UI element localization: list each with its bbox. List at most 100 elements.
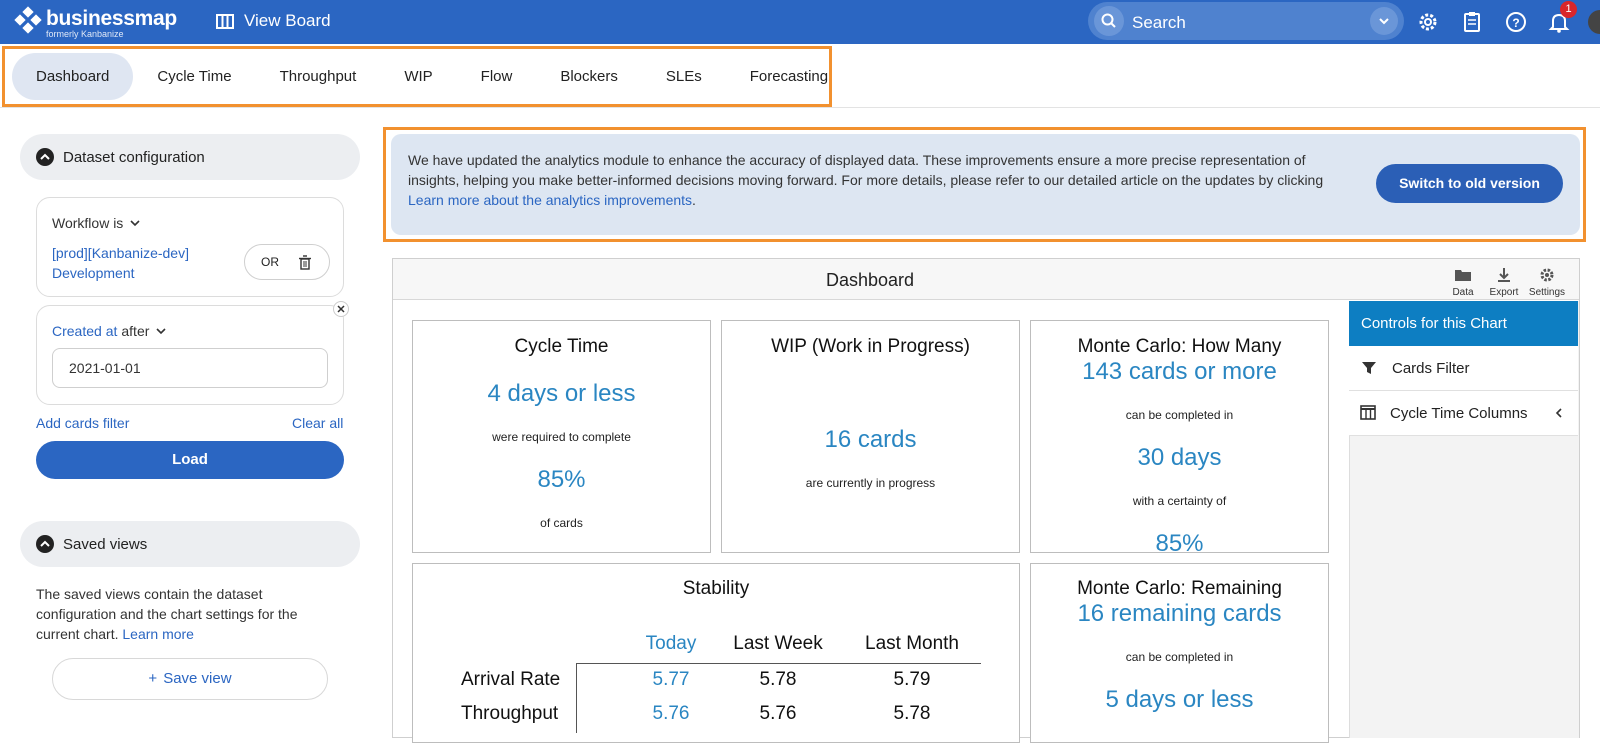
workflow-filter-label[interactable]: Workflow is — [52, 215, 142, 231]
chevron-left-icon — [1555, 408, 1562, 418]
close-icon[interactable] — [333, 301, 349, 317]
tab-throughput[interactable]: Throughput — [256, 53, 381, 100]
wip-value: 16 cards — [824, 426, 917, 453]
cycle-time-caption: were required to complete — [492, 430, 631, 444]
mc-remaining-caption: can be completed in — [1125, 650, 1234, 664]
gear-icon — [1540, 268, 1554, 282]
workflow-value[interactable]: [prod][Kanbanize-dev] Development — [52, 243, 222, 283]
avatar[interactable] — [1588, 10, 1600, 34]
tab-sles[interactable]: SLEs — [642, 53, 726, 100]
logo-subtitle: formerly Kanbanize — [46, 29, 124, 39]
cycle-time-title: Cycle Time — [514, 336, 609, 357]
dataset-configuration-title: Dataset configuration — [63, 148, 205, 166]
help-icon[interactable]: ? — [1503, 9, 1529, 35]
stability-header-line — [576, 663, 981, 664]
dataset-configuration-header[interactable]: Dataset configuration — [20, 134, 360, 180]
clipboard-icon[interactable] — [1459, 9, 1485, 35]
save-view-button[interactable]: + Save view — [52, 658, 328, 700]
saved-views-header[interactable]: Saved views — [20, 521, 360, 567]
switch-to-old-version-button[interactable]: Switch to old version — [1376, 164, 1563, 203]
cycle-time-percent: 85% — [537, 466, 586, 493]
monte-carlo-remaining-tile: Monte Carlo: Remaining 16 remaining card… — [1030, 563, 1329, 743]
tabs-divider — [0, 107, 1600, 108]
tab-forecasting[interactable]: Forecasting — [726, 53, 852, 100]
chevron-down-icon — [130, 220, 140, 227]
learn-more-link[interactable]: Learn more — [122, 626, 194, 642]
view-board-button[interactable]: View Board — [216, 11, 331, 31]
mc-how-many-title: Monte Carlo: How Many — [1077, 336, 1282, 357]
export-button[interactable]: Export — [1487, 267, 1521, 298]
clear-all-link[interactable]: Clear all — [292, 415, 343, 431]
cards-filter-control[interactable]: Cards Filter — [1349, 346, 1578, 391]
stability-cell: 5.76 — [652, 703, 690, 724]
logo[interactable]: businessmap formerly Kanbanize — [14, 6, 177, 39]
chevron-down-icon[interactable] — [1370, 7, 1398, 35]
tab-dashboard[interactable]: Dashboard — [12, 53, 134, 100]
mc-how-many-days: 30 days — [1137, 444, 1222, 471]
stability-cell: 5.78 — [759, 669, 797, 690]
tab-cycle-time[interactable]: Cycle Time — [133, 53, 255, 100]
tab-flow[interactable]: Flow — [457, 53, 537, 100]
cycle-time-value: 4 days or less — [487, 380, 636, 407]
gear-icon[interactable] — [1415, 9, 1441, 35]
logo-icon — [14, 6, 42, 34]
banner-text: We have updated the analytics module to … — [408, 152, 1324, 208]
stability-cell: 5.78 — [893, 703, 931, 724]
filter-icon — [1362, 362, 1376, 374]
controls-title: Controls for this Chart — [1349, 301, 1578, 346]
or-delete-group: OR — [244, 244, 330, 280]
monte-carlo-how-many-tile: Monte Carlo: How Many 143 cards or more … — [1030, 320, 1329, 553]
mc-how-many-value: 143 cards or more — [1082, 358, 1277, 385]
notification-badge: 1 — [1560, 1, 1577, 18]
wip-title: WIP (Work in Progress) — [771, 336, 970, 357]
cycle-time-tail: of cards — [540, 516, 583, 530]
cycle-time-tile: Cycle Time 4 days or less were required … — [412, 320, 711, 553]
mc-remaining-value: 16 remaining cards — [1077, 600, 1282, 627]
columns-icon — [1360, 405, 1376, 420]
collapse-icon — [36, 535, 54, 553]
dashboard-title: Dashboard — [825, 270, 915, 290]
or-button[interactable]: OR — [261, 255, 279, 269]
cycle-time-columns-label: Cycle Time Columns — [1390, 405, 1528, 422]
search-input[interactable]: Search — [1088, 2, 1404, 40]
created-date-input[interactable]: 2021-01-01 — [52, 348, 328, 388]
wip-tile: WIP (Work in Progress) 16 cards are curr… — [721, 320, 1020, 553]
plus-icon: + — [148, 670, 158, 687]
chevron-down-icon — [156, 328, 166, 335]
stability-col-last-week: Last Week — [733, 633, 823, 654]
cycle-time-columns-control[interactable]: Cycle Time Columns — [1349, 391, 1578, 436]
cards-filter-label: Cards Filter — [1392, 360, 1470, 377]
mc-how-many-percent: 85% — [1155, 530, 1204, 553]
mc-how-many-caption: can be completed in — [1125, 408, 1234, 422]
trash-icon[interactable] — [298, 255, 312, 271]
stability-row-line — [576, 663, 577, 733]
stability-cell: 5.77 — [652, 669, 690, 690]
created-filter-label[interactable]: Created at after — [52, 323, 168, 339]
settings-button[interactable]: Settings — [1527, 267, 1567, 298]
svg-text:?: ? — [1512, 16, 1519, 30]
logo-name: businessmap — [46, 7, 177, 30]
mc-how-many-certainty-label: with a certainty of — [1132, 494, 1227, 508]
saved-views-title: Saved views — [63, 535, 148, 553]
stability-row-label: Arrival Rate — [461, 669, 561, 690]
saved-views-description: The saved views contain the dataset conf… — [36, 586, 298, 642]
tab-blockers[interactable]: Blockers — [536, 53, 642, 100]
top-bar: businessmap formerly Kanbanize View Boar… — [0, 0, 1600, 44]
dashboard-header — [393, 259, 1579, 300]
search-placeholder: Search — [1132, 13, 1186, 32]
wip-caption: are currently in progress — [805, 476, 936, 490]
download-icon — [1498, 268, 1510, 282]
analytics-improvements-link[interactable]: Learn more about the analytics improveme… — [408, 192, 692, 208]
stability-cell: 5.76 — [759, 703, 797, 724]
data-button[interactable]: Data — [1449, 267, 1477, 298]
mc-remaining-days: 5 days or less — [1105, 686, 1254, 713]
board-icon — [216, 13, 234, 29]
stability-col-last-month: Last Month — [865, 633, 959, 654]
stability-cell: 5.79 — [893, 669, 931, 690]
tab-wip[interactable]: WIP — [380, 53, 456, 100]
view-board-label: View Board — [244, 11, 331, 30]
mc-remaining-title: Monte Carlo: Remaining — [1077, 578, 1282, 599]
load-button[interactable]: Load — [36, 441, 344, 479]
stability-row-label: Throughput — [461, 703, 559, 724]
add-cards-filter-link[interactable]: Add cards filter — [36, 415, 129, 431]
